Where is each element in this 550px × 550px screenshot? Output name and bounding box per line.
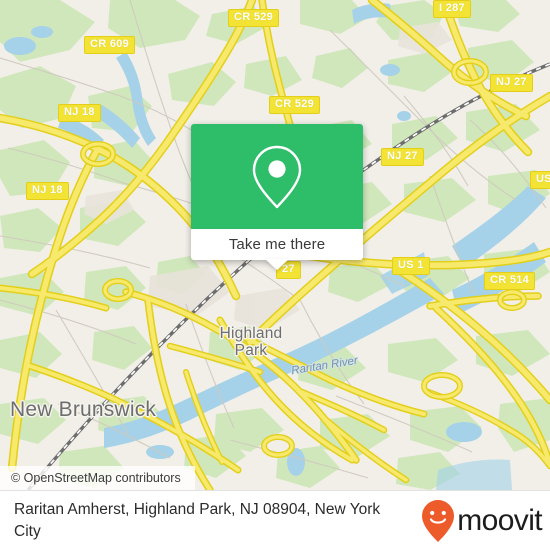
map-canvas[interactable]: New Brunswick Highland Park Raritan Rive… xyxy=(0,0,550,490)
moovit-wordmark: moovit xyxy=(457,504,542,537)
moovit-map-screen: New Brunswick Highland Park Raritan Rive… xyxy=(0,0,550,550)
footer-bar: Raritan Amherst, Highland Park, NJ 08904… xyxy=(0,490,550,550)
footer-map-watermark xyxy=(0,490,550,491)
moovit-brand: moovit xyxy=(421,499,543,543)
map-attribution[interactable]: © OpenStreetMap contributors xyxy=(0,466,195,490)
popup-icon-area xyxy=(191,124,363,229)
popup-pointer-tail xyxy=(265,259,289,270)
moovit-pin-smiley-icon xyxy=(422,500,455,542)
take-me-there-label: Take me there xyxy=(228,236,326,253)
map-pin-icon xyxy=(252,145,302,208)
destination-popup-card[interactable]: Take me there xyxy=(191,124,363,270)
location-title: Raritan Amherst, Highland Park, NJ 08904… xyxy=(14,501,381,540)
attribution-text: © OpenStreetMap contributors xyxy=(11,471,181,485)
popup-action-area[interactable]: Take me there xyxy=(191,229,363,260)
